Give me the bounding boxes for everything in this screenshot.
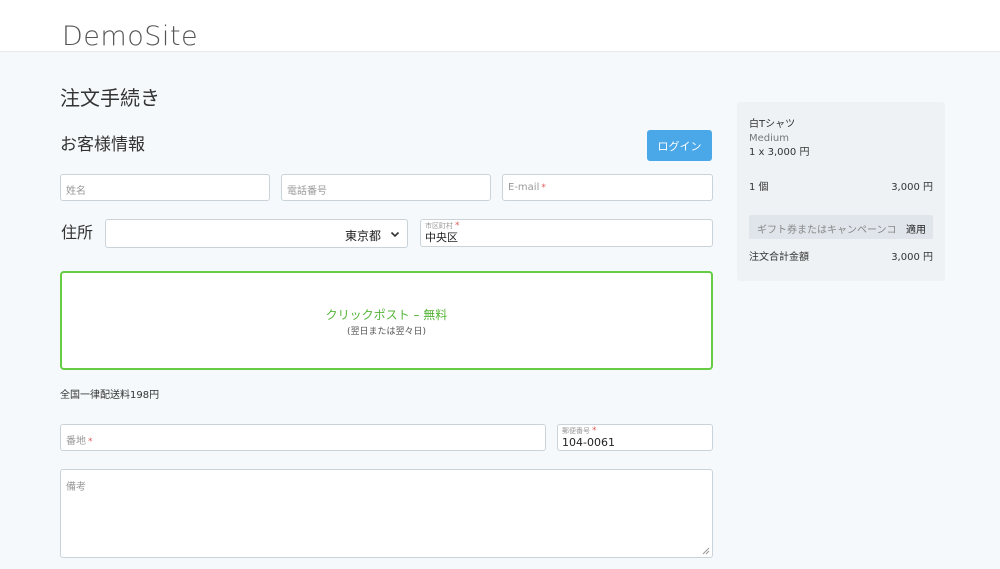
item-count-value: 3,000 円 <box>891 182 933 193</box>
email-field[interactable]: E-mail * <box>502 174 713 201</box>
coupon-apply-button[interactable]: 適用 <box>906 221 926 236</box>
item-count-label: 1 個 <box>749 182 769 193</box>
coupon-input[interactable]: ギフト券またはキャンペーンコード 適用 <box>749 215 933 239</box>
item-variant: Medium <box>749 133 789 144</box>
name-placeholder: 姓名 <box>66 186 86 197</box>
shipping-option-clickpost[interactable]: クリックポスト – 無料 (翌日または翌々日) <box>60 271 713 370</box>
required-mark: * <box>541 183 546 193</box>
item-name: 白Tシャツ <box>749 119 796 130</box>
customer-section-title: お客様情報 <box>60 135 145 155</box>
prefecture-select[interactable]: 東京都 <box>105 219 408 248</box>
prefecture-value: 東京都 <box>344 229 381 243</box>
notes-textarea[interactable]: 備考 <box>60 469 713 558</box>
city-value: 中央区 <box>425 231 458 244</box>
notes-placeholder: 備考 <box>66 482 86 493</box>
site-header: DemoSite <box>0 0 1000 52</box>
required-mark: * <box>88 437 93 447</box>
page-title: 注文手続き <box>60 86 160 110</box>
order-summary: 白Tシャツ Medium 1 x 3,000 円 1 個 3,000 円 ギフト… <box>737 102 945 281</box>
required-mark: * <box>455 221 460 231</box>
postal-code-value: 104-0061 <box>562 436 615 449</box>
total-value: 3,000 円 <box>891 252 933 263</box>
item-qty-price: 1 x 3,000 円 <box>749 147 810 158</box>
name-field[interactable]: 姓名 <box>60 174 270 201</box>
required-mark: * <box>592 426 597 436</box>
chevron-down-icon <box>390 231 400 238</box>
postal-code-field[interactable]: 郵便番号 * 104-0061 <box>557 424 713 451</box>
city-field[interactable]: 市区町村 * 中央区 <box>420 219 713 247</box>
shipping-option-name: クリックポスト – 無料 <box>325 308 448 322</box>
email-placeholder: E-mail * <box>508 182 546 193</box>
login-button[interactable]: ログイン <box>647 130 712 161</box>
street-placeholder: 番地 * <box>66 436 93 447</box>
phone-placeholder: 電話番号 <box>287 186 327 197</box>
postal-code-label: 郵便番号 * <box>562 426 597 436</box>
site-logo[interactable]: DemoSite <box>62 20 198 54</box>
total-label: 注文合計金額 <box>749 252 809 263</box>
city-label: 市区町村 * <box>425 221 460 231</box>
resize-handle-icon[interactable] <box>702 547 710 555</box>
phone-field[interactable]: 電話番号 <box>281 174 491 201</box>
address-label: 住所 <box>61 223 94 242</box>
shipping-option-sub: (翌日または翌々日) <box>346 327 427 337</box>
coupon-placeholder: ギフト券またはキャンペーンコード <box>757 225 897 236</box>
shipping-note: 全国一律配送料198円 <box>60 390 160 401</box>
street-field[interactable]: 番地 * <box>60 424 546 451</box>
